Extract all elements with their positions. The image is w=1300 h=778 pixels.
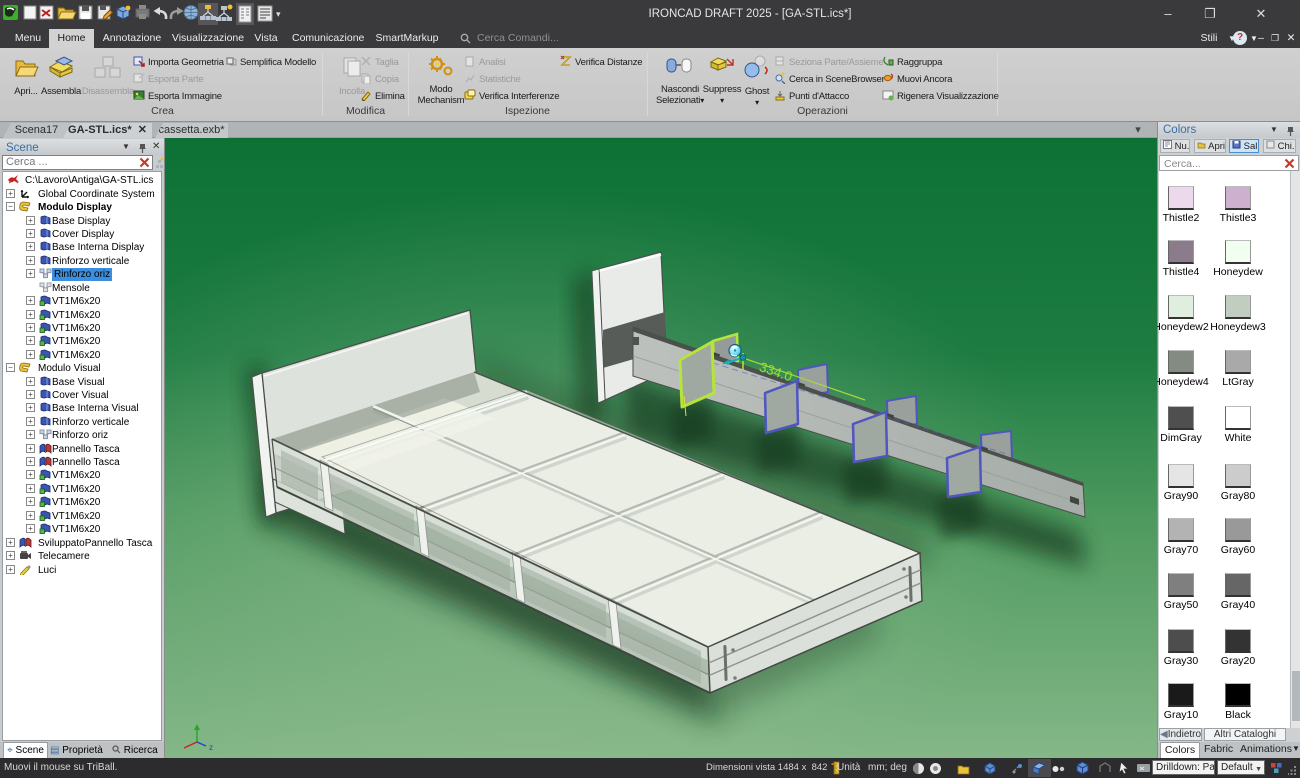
svg-text:z: z <box>209 743 213 752</box>
